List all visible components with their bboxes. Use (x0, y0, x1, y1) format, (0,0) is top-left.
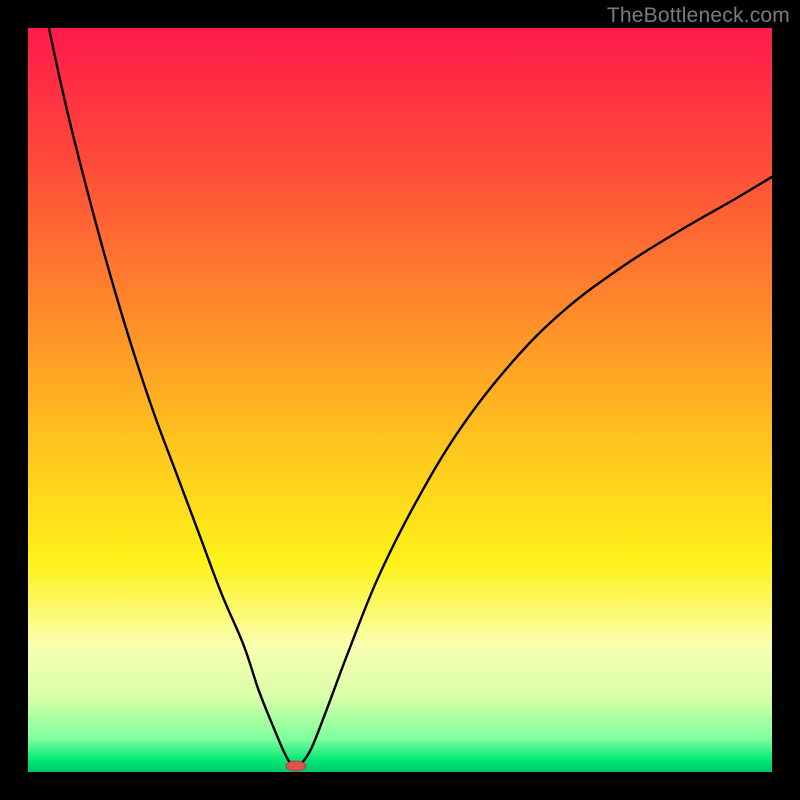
bottleneck-curve (28, 28, 772, 772)
optimal-point-marker (286, 761, 306, 771)
curve-left-branch (28, 28, 292, 766)
watermark-text: TheBottleneck.com (607, 4, 790, 28)
chart-frame: TheBottleneck.com (0, 0, 800, 800)
plot-area (28, 28, 772, 772)
curve-right-branch (300, 177, 772, 766)
